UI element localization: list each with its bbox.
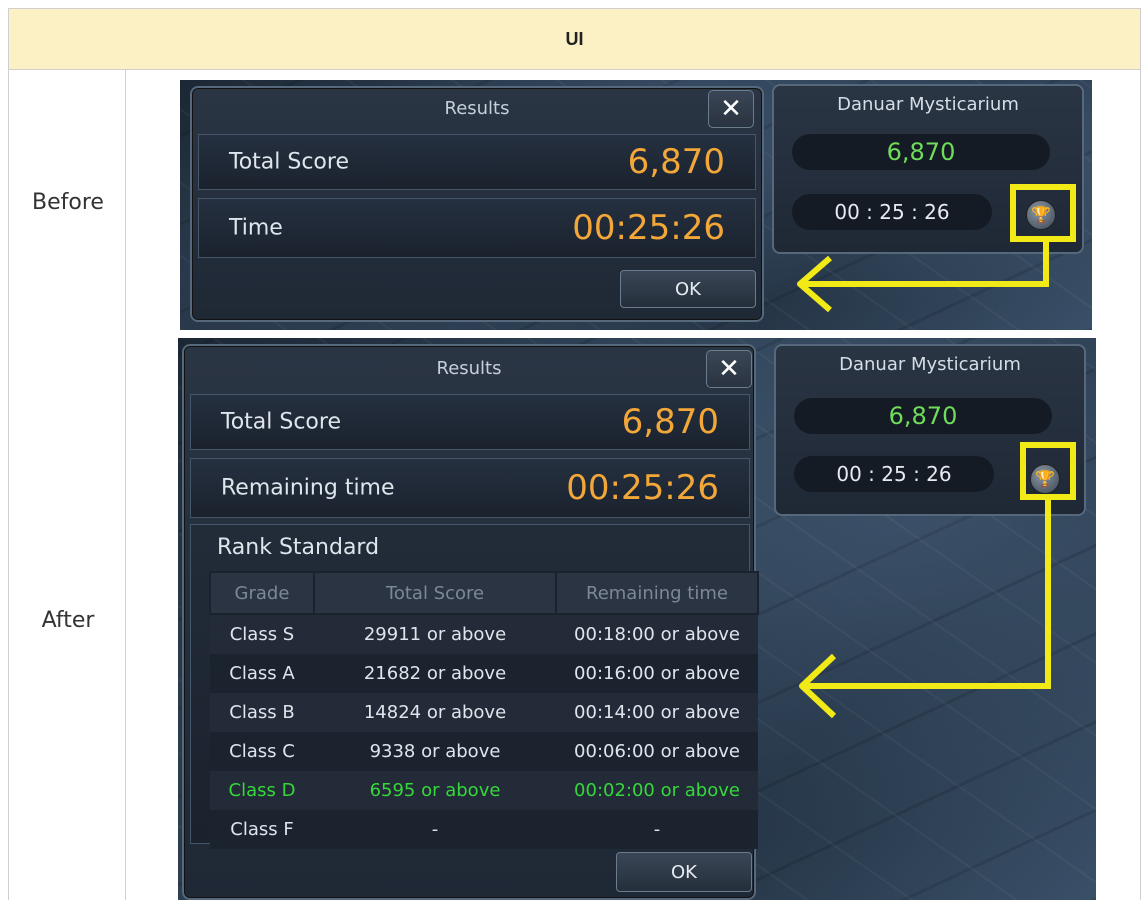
arrow-left-icon [799,500,1051,719]
row-label-before: Before [32,190,104,215]
arrow-left-icon [797,240,1049,313]
after-screenshot: Results ✕ Total Score 6,870 Remaining ti… [178,338,1096,900]
row-label-column: Before After [8,70,126,900]
table-header: UI [8,8,1141,70]
before-screenshot: Results ✕ Total Score 6,870 Time 00:25:2… [180,80,1092,330]
row-label-after: After [41,608,95,633]
